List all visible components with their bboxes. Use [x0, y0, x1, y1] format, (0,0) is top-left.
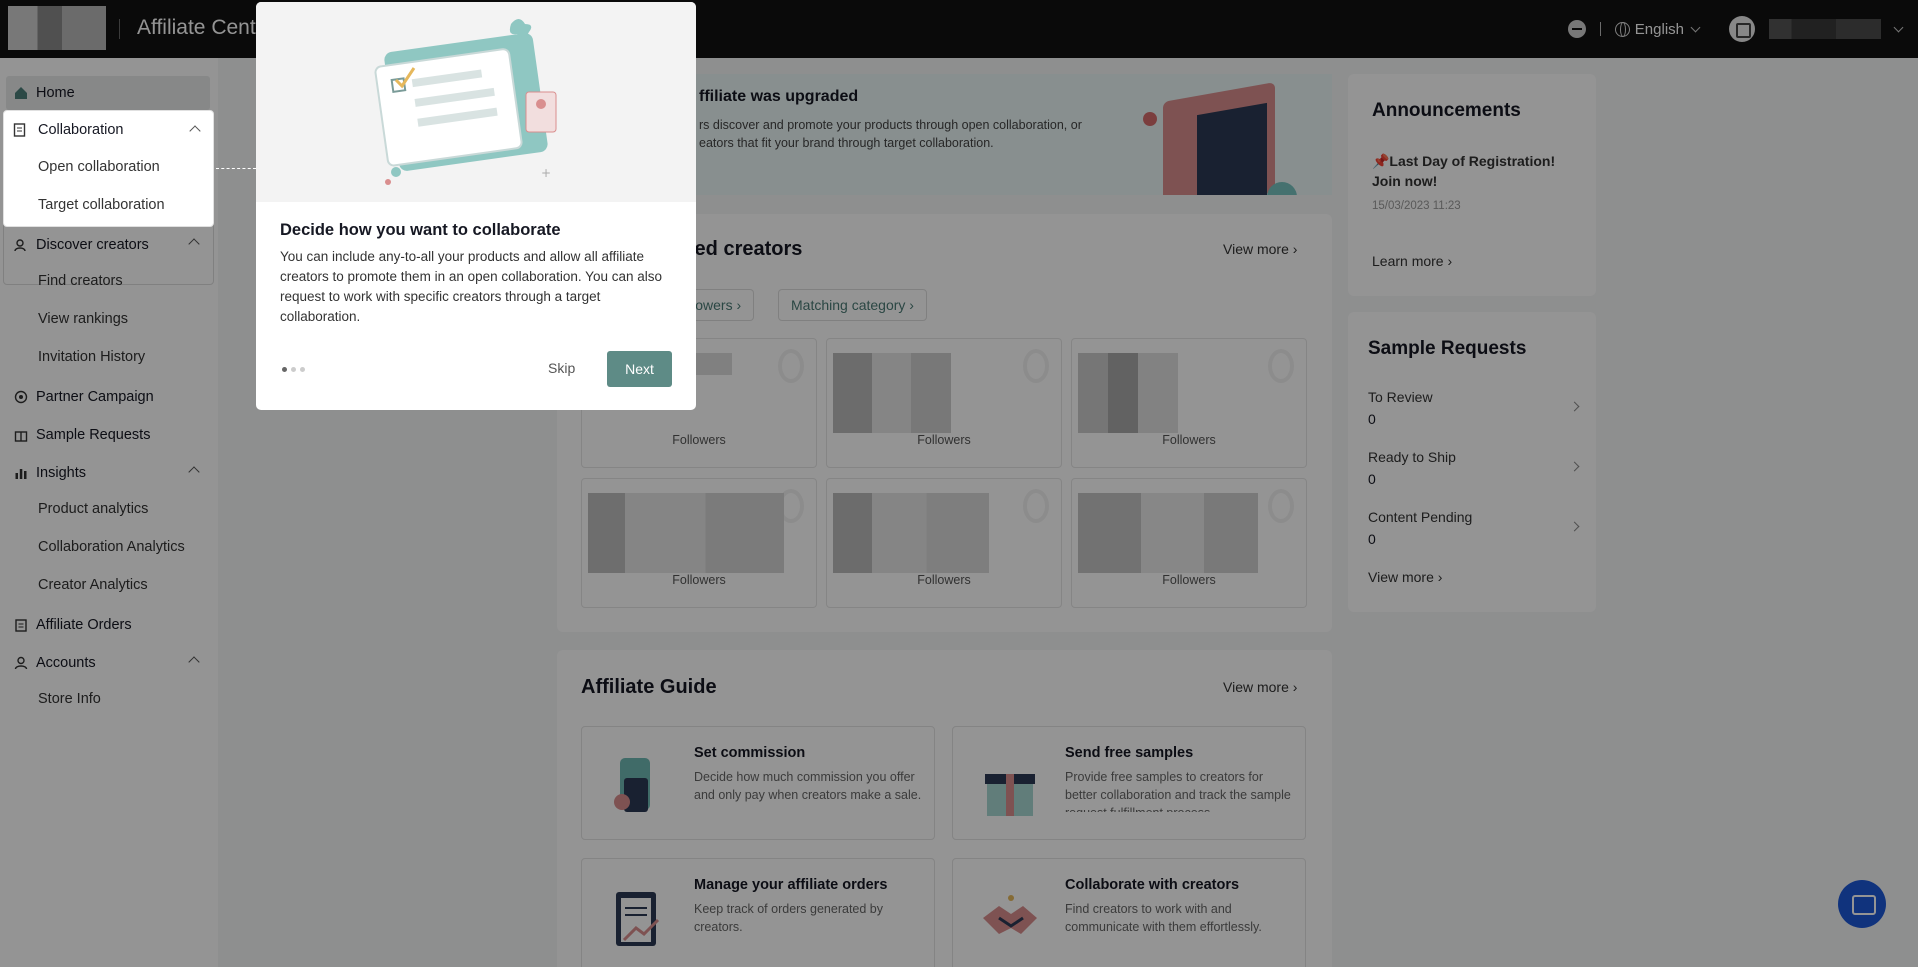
tour-description: You can include any-to-all your products… [280, 249, 662, 324]
target-collaboration-link[interactable]: Target collaboration [38, 197, 165, 213]
document-icon [13, 123, 27, 137]
tour-title: Decide how you want to collaborate [280, 221, 561, 239]
tour-connector-line [216, 168, 256, 169]
step-dot-active [282, 367, 287, 372]
skip-button[interactable]: Skip [548, 360, 575, 376]
onboarding-tour-popover: + Decide how you want to collaborate You… [256, 2, 696, 410]
tour-step-indicator [282, 367, 305, 372]
step-dot [291, 367, 296, 372]
tour-illustration: + [256, 2, 696, 202]
step-dot [300, 367, 305, 372]
highlighted-collaboration-group: Collaboration Open collaboration Target … [3, 110, 214, 227]
open-collaboration-link[interactable]: Open collaboration [38, 159, 160, 175]
collaboration-label[interactable]: Collaboration [38, 122, 123, 138]
svg-text:+: + [541, 166, 551, 180]
collaboration-illustration-icon: + [374, 19, 557, 185]
chevron-up-icon [189, 125, 201, 137]
next-button[interactable]: Next [607, 351, 672, 387]
